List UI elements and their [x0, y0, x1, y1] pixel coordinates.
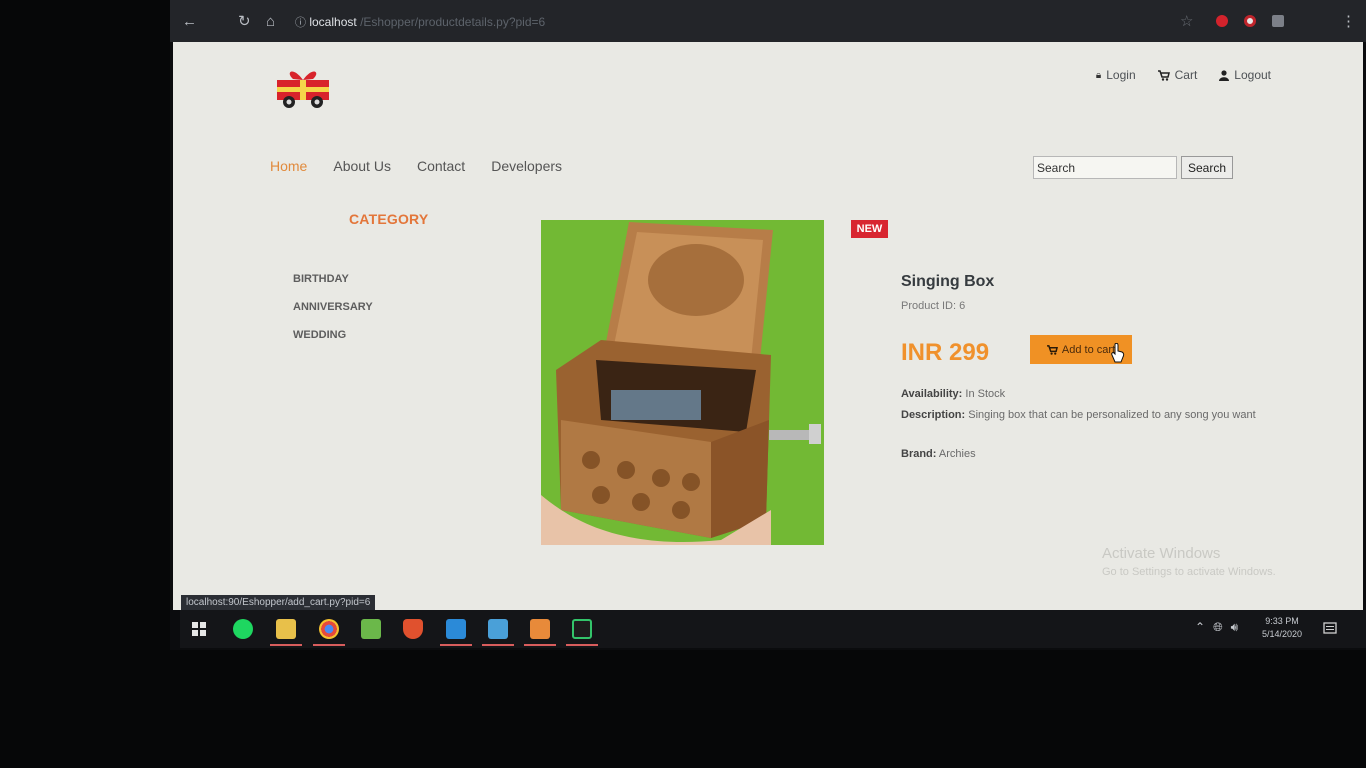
extension-icon[interactable] [1216, 15, 1228, 27]
logout-label: Logout [1234, 68, 1271, 82]
shield-extension-icon[interactable] [1272, 15, 1284, 27]
file-explorer-icon[interactable] [276, 619, 296, 639]
category-item-wedding[interactable]: WEDDING [293, 329, 373, 357]
new-badge: NEW [851, 220, 888, 238]
taskbar-active-indicator [440, 644, 472, 646]
product-image-music-box [541, 220, 824, 545]
browser-toolbar: ← ↻ ⌂ ⓘ localhost /Eshopper/productdetai… [170, 0, 1366, 42]
logout-link[interactable]: Logout [1219, 68, 1271, 82]
description-label: Description: [901, 409, 966, 421]
nav-item-about-us[interactable]: About Us [333, 158, 391, 174]
availability-row: Availability: In Stock [901, 386, 1271, 403]
spotify-icon[interactable] [233, 619, 253, 639]
login-link[interactable]: 🔒︎ Login [1096, 68, 1136, 82]
info-icon: ⓘ [295, 17, 306, 29]
bookmark-star-icon[interactable]: ☆ [1180, 14, 1193, 29]
windows-start-icon[interactable] [192, 622, 206, 636]
clock-date: 5/14/2020 [1262, 629, 1303, 639]
user-icon [1219, 69, 1230, 81]
activate-windows-watermark: Activate Windows Go to Settings to activ… [1102, 545, 1276, 578]
brand-label: Brand: [901, 448, 937, 460]
taskbar-active-indicator [482, 644, 514, 646]
monitor-screen: ← ↻ ⌂ ⓘ localhost /Eshopper/productdetai… [170, 0, 1366, 650]
volume-icon[interactable]: 🔊︎ [1231, 620, 1239, 635]
url-path: /Eshopper/productdetails.py?pid=6 [360, 15, 546, 29]
watermark-title: Activate Windows [1102, 545, 1221, 562]
home-icon[interactable]: ⌂ [266, 14, 275, 29]
nav-item-developers[interactable]: Developers [491, 158, 562, 174]
product-id: Product ID: 6 [901, 300, 966, 312]
description-value: Singing box that can be personalized to … [968, 409, 1256, 421]
category-list: BIRTHDAY ANNIVERSARY WEDDING [293, 273, 373, 357]
url-host: localhost [309, 15, 357, 29]
category-item-birthday[interactable]: BIRTHDAY [293, 273, 373, 301]
chevron-up-icon[interactable]: ⌃ [1195, 620, 1205, 635]
reload-icon[interactable]: ↻ [238, 14, 251, 29]
document-app-icon[interactable] [488, 619, 508, 639]
brave-browser-icon[interactable] [403, 619, 423, 639]
product-price: INR 299 [901, 339, 990, 366]
taskbar: ⌃ 🌐︎ 🔊︎ 9:33 PM 5/14/2020 [180, 610, 1366, 648]
taskbar-active-indicator [566, 644, 598, 646]
notepad-app-icon[interactable] [361, 619, 381, 639]
extension-icon[interactable] [1244, 15, 1256, 27]
taskbar-active-indicator [270, 644, 302, 646]
pycharm-icon[interactable] [572, 619, 592, 639]
back-icon[interactable]: ← [182, 14, 197, 29]
hand-cursor-icon [1111, 343, 1125, 363]
description-row: Description: Singing box that can be per… [901, 407, 1271, 424]
gift-truck-logo-icon[interactable] [275, 64, 331, 110]
cart-label: Cart [1174, 68, 1198, 82]
network-globe-icon[interactable]: 🌐︎ [1213, 620, 1223, 635]
category-item-anniversary[interactable]: ANNIVERSARY [293, 301, 373, 329]
xampp-icon[interactable] [530, 619, 550, 639]
status-bar-link-preview: localhost:90/Eshopper/add_cart.py?pid=6 [181, 595, 376, 610]
clock-time: 9:33 PM [1265, 616, 1299, 626]
brand-row: Brand: Archies [901, 446, 1271, 463]
account-links: 🔒︎ Login Cart Logout [1096, 68, 1271, 82]
taskbar-clock[interactable]: 9:33 PM 5/14/2020 [1262, 615, 1302, 641]
search-button[interactable]: Search [1181, 156, 1234, 179]
cart-icon [1046, 344, 1058, 355]
availability-label: Availability: [901, 388, 963, 400]
login-label: Login [1106, 68, 1136, 82]
lock-icon: 🔒︎ [1095, 69, 1102, 81]
product-title: Singing Box [901, 273, 995, 290]
search-bar: Search [1033, 156, 1234, 179]
availability-value: In Stock [965, 388, 1006, 400]
system-tray: ⌃ 🌐︎ 🔊︎ [1195, 620, 1238, 635]
nav-item-contact[interactable]: Contact [417, 158, 465, 174]
cart-link[interactable]: Cart [1157, 68, 1198, 82]
photos-app-icon[interactable] [446, 619, 466, 639]
brand-value: Archies [938, 448, 976, 460]
category-heading: CATEGORY [349, 211, 429, 227]
web-page: 🔒︎ Login Cart Logout Home About Us Conta… [173, 42, 1363, 610]
taskbar-active-indicator [524, 644, 556, 646]
cart-icon [1157, 69, 1170, 81]
add-to-cart-label: Add to cart [1061, 343, 1116, 356]
notification-center-icon[interactable] [1323, 622, 1337, 636]
address-bar[interactable]: ⓘ localhost /Eshopper/productdetails.py?… [295, 14, 545, 30]
main-nav: Home About Us Contact Developers [270, 158, 562, 174]
chrome-icon[interactable] [319, 619, 339, 639]
taskbar-active-indicator [313, 644, 345, 646]
nav-item-home[interactable]: Home [270, 158, 307, 174]
search-input[interactable] [1033, 156, 1177, 179]
watermark-subtitle: Go to Settings to activate Windows. [1102, 566, 1276, 578]
menu-kebab-icon[interactable]: ⋮ [1341, 14, 1356, 29]
